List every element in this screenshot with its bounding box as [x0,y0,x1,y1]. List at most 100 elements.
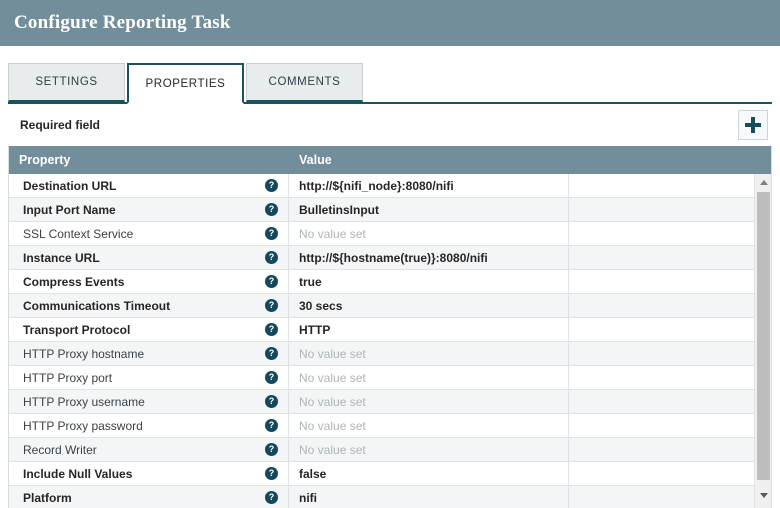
properties-toolbar: Required field [0,104,780,146]
help-icon[interactable]: ? [265,299,278,312]
table-row[interactable]: HTTP Proxy username? No value set [9,390,771,414]
column-header-value-label: Value [299,153,332,167]
cell-actions [569,486,771,508]
cell-property: Communications Timeout? [9,294,289,317]
cell-property: Instance URL? [9,246,289,269]
cell-value[interactable]: http://${hostname(true)}:8080/nifi [289,246,569,269]
cell-value[interactable]: true [289,270,569,293]
property-value-empty: No value set [299,418,366,433]
help-icon[interactable]: ? [265,419,278,432]
property-name: HTTP Proxy password [23,418,143,433]
scrollbar-thumb[interactable] [757,192,770,480]
cell-actions [569,342,771,365]
help-icon[interactable]: ? [265,467,278,480]
help-icon[interactable]: ? [265,347,278,360]
cell-value[interactable]: No value set [289,342,569,365]
help-icon[interactable]: ? [265,371,278,384]
page-title: Configure Reporting Task [14,12,231,33]
property-name: HTTP Proxy hostname [23,346,145,361]
property-value: http://${nifi_node}:8080/nifi [299,178,454,193]
plus-icon [745,117,761,133]
help-icon[interactable]: ? [265,275,278,288]
table-body: Destination URL? http://${nifi_node}:8080… [9,174,771,508]
tab-properties[interactable]: PROPERTIES [127,63,244,104]
table-row[interactable]: Compress Events? true [9,270,771,294]
scroll-down-button[interactable] [755,487,771,504]
cell-value[interactable]: 30 secs [289,294,569,317]
cell-value[interactable]: nifi [289,486,569,508]
cell-actions [569,438,771,461]
help-icon[interactable]: ? [265,227,278,240]
property-name: Destination URL [23,178,117,193]
property-name: Record Writer [23,442,97,457]
help-icon[interactable]: ? [265,491,278,504]
cell-value[interactable]: No value set [289,438,569,461]
property-value: HTTP [299,322,331,337]
table-row[interactable]: HTTP Proxy hostname? No value set [9,342,771,366]
help-icon[interactable]: ? [265,323,278,336]
property-name: SSL Context Service [23,226,134,241]
tab-strip: SETTINGS PROPERTIES COMMENTS [0,63,780,104]
property-value: true [299,274,322,289]
table-row[interactable]: SSL Context Service? No value set [9,222,771,246]
cell-property: Record Writer? [9,438,289,461]
cell-actions [569,462,771,485]
help-icon[interactable]: ? [265,443,278,456]
tab-properties-label: PROPERTIES [145,77,226,90]
table-row[interactable]: HTTP Proxy password? No value set [9,414,771,438]
property-value-empty: No value set [299,394,366,409]
table-row[interactable]: Record Writer? No value set [9,438,771,462]
property-name: Include Null Values [23,466,133,481]
property-value: 30 secs [299,298,343,313]
help-icon[interactable]: ? [265,203,278,216]
cell-actions [569,246,771,269]
cell-value[interactable]: HTTP [289,318,569,341]
tab-comments[interactable]: COMMENTS [246,63,363,102]
property-value: http://${hostname(true)}:8080/nifi [299,250,488,265]
cell-value[interactable]: http://${nifi_node}:8080/nifi [289,174,569,197]
cell-value[interactable]: BulletinsInput [289,198,569,221]
cell-property: Transport Protocol? [9,318,289,341]
table-row[interactable]: Transport Protocol? HTTP [9,318,771,342]
cell-value[interactable]: false [289,462,569,485]
cell-value[interactable]: No value set [289,390,569,413]
table-row[interactable]: Include Null Values? false [9,462,771,486]
triangle-up-icon [759,180,768,185]
cell-value[interactable]: No value set [289,366,569,389]
property-value: nifi [299,490,317,505]
tab-comments-label: COMMENTS [268,76,341,88]
table-row[interactable]: Instance URL? http://${hostname(true)}:80… [9,246,771,270]
table-row[interactable]: Destination URL? http://${nifi_node}:8080… [9,174,771,198]
scroll-up-button[interactable] [755,174,771,191]
property-value-empty: No value set [299,370,366,385]
property-name: HTTP Proxy port [23,370,113,385]
column-header-property-label: Property [19,153,71,167]
help-icon[interactable]: ? [265,251,278,264]
cell-property: SSL Context Service? [9,222,289,245]
column-header-property[interactable]: Property [9,146,289,174]
properties-table: Property Value Destination URL? http://${… [8,146,772,508]
table-row[interactable]: Platform? nifi [9,486,771,508]
column-header-value[interactable]: Value [289,146,771,174]
property-value-empty: No value set [299,226,366,241]
table-row[interactable]: Input Port Name? BulletinsInput [9,198,771,222]
cell-actions [569,366,771,389]
cell-actions [569,270,771,293]
cell-value[interactable]: No value set [289,222,569,245]
add-property-button[interactable] [738,110,768,140]
help-icon[interactable]: ? [265,179,278,192]
table-scrollbar[interactable] [754,174,771,508]
property-value-empty: No value set [299,346,366,361]
cell-property: HTTP Proxy username? [9,390,289,413]
tab-settings[interactable]: SETTINGS [8,63,125,102]
property-value: BulletinsInput [299,202,379,217]
cell-actions [569,222,771,245]
cell-property: Compress Events? [9,270,289,293]
table-row[interactable]: Communications Timeout? 30 secs [9,294,771,318]
cell-value[interactable]: No value set [289,414,569,437]
help-icon[interactable]: ? [265,395,278,408]
table-row[interactable]: HTTP Proxy port? No value set [9,366,771,390]
property-value: false [299,466,327,481]
property-name: Instance URL [23,250,100,265]
table-header-row: Property Value [9,146,771,174]
